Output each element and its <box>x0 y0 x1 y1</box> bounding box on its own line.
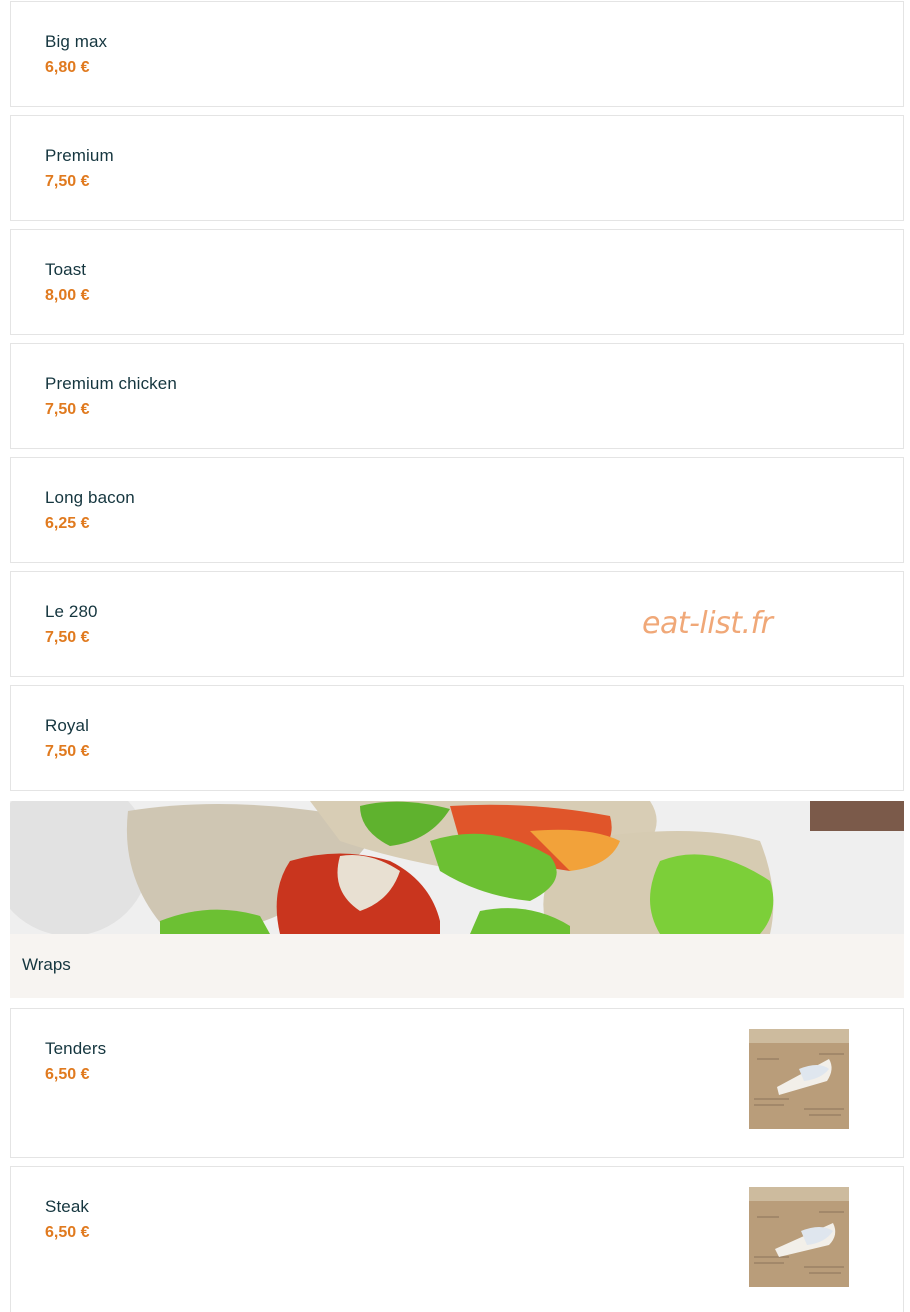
wrap-thumbnail-image <box>749 1029 849 1129</box>
menu-item-thumbnail[interactable] <box>749 1187 849 1287</box>
menu-item-name: Long bacon <box>45 488 135 507</box>
section-title: Wraps <box>22 955 71 974</box>
menu-item-card[interactable]: Premium 7,50 € <box>10 115 904 221</box>
section-header-wraps[interactable]: Wraps <box>10 934 904 998</box>
menu-item-name: Premium <box>45 146 114 165</box>
menu-item-price: 6,50 € <box>45 1224 90 1241</box>
menu-item-price: 6,50 € <box>45 1066 90 1083</box>
wrap-photo-illustration <box>10 801 904 934</box>
menu-item-card[interactable]: Steak 6,50 € <box>10 1166 904 1312</box>
menu-item-name: Le 280 <box>45 602 98 621</box>
menu-item-price: 7,50 € <box>45 173 90 190</box>
menu-item-name: Tenders <box>45 1039 107 1058</box>
menu-item-card[interactable]: Big max 6,80 € <box>10 1 904 107</box>
menu-item-price: 7,50 € <box>45 629 90 646</box>
section-banner-image <box>10 801 904 934</box>
menu-item-name: Steak <box>45 1197 89 1216</box>
menu-item-card[interactable]: Toast 8,00 € <box>10 229 904 335</box>
menu-item-price: 7,50 € <box>45 401 90 418</box>
menu-item-card[interactable]: Royal 7,50 € <box>10 685 904 791</box>
watermark: eat-list.fr <box>642 606 773 641</box>
menu-item-card[interactable]: Long bacon 6,25 € <box>10 457 904 563</box>
menu-item-thumbnail[interactable] <box>749 1029 849 1129</box>
menu-item-price: 8,00 € <box>45 287 90 304</box>
menu-item-name: Royal <box>45 716 89 735</box>
menu-item-card[interactable]: Premium chicken 7,50 € <box>10 343 904 449</box>
menu-item-name: Premium chicken <box>45 374 177 393</box>
menu-item-price: 6,25 € <box>45 515 90 532</box>
menu-item-card[interactable]: Tenders 6,50 € <box>10 1008 904 1158</box>
menu-item-name: Big max <box>45 32 108 51</box>
menu-item-price: 6,80 € <box>45 59 90 76</box>
wrap-thumbnail-image <box>749 1187 849 1287</box>
menu-item-price: 7,50 € <box>45 743 90 760</box>
menu-item-name: Toast <box>45 260 87 279</box>
